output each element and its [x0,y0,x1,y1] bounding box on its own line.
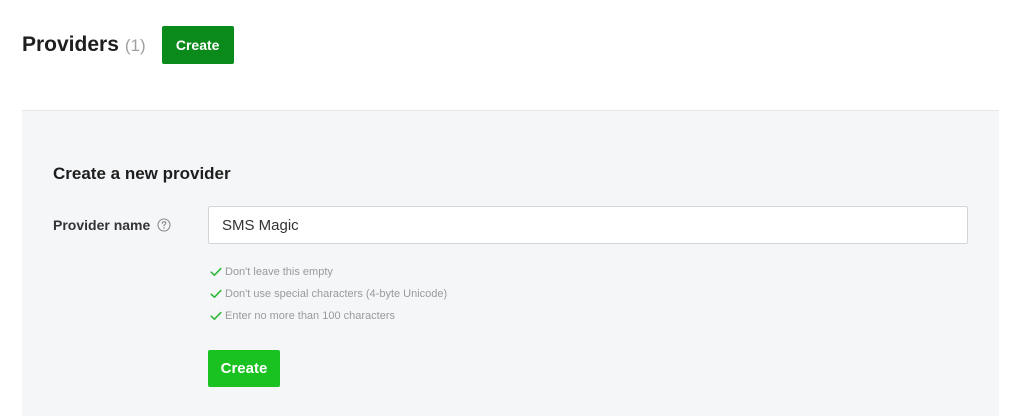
providers-page: Providers (1) Create Create a new provid… [0,0,1024,416]
check-icon [210,267,222,277]
check-icon [210,289,222,299]
validation-rule: Don't leave this empty [210,261,447,283]
validation-rule: Enter no more than 100 characters [210,305,447,327]
validation-rule-text: Don't leave this empty [225,266,333,278]
provider-count: (1) [124,36,146,55]
provider-name-label: Provider name [53,217,151,233]
header-create-button[interactable]: Create [161,26,234,64]
provider-name-label-row: Provider name [53,217,171,233]
form-heading: Create a new provider [53,164,231,183]
validation-rules: Don't leave this empty Don't use special… [210,261,447,327]
validation-rule: Don't use special characters (4-byte Uni… [210,283,447,305]
submit-create-button[interactable]: Create [208,350,280,387]
provider-name-input[interactable] [208,206,968,244]
question-circle-icon[interactable] [157,218,171,232]
check-icon [210,311,222,321]
page-title: Providers [22,33,119,56]
create-provider-panel: Create a new provider Provider name Don'… [22,111,999,416]
validation-rule-text: Don't use special characters (4-byte Uni… [225,288,448,300]
validation-rule-text: Enter no more than 100 characters [225,310,395,322]
page-header: Providers (1) Create [22,26,234,64]
